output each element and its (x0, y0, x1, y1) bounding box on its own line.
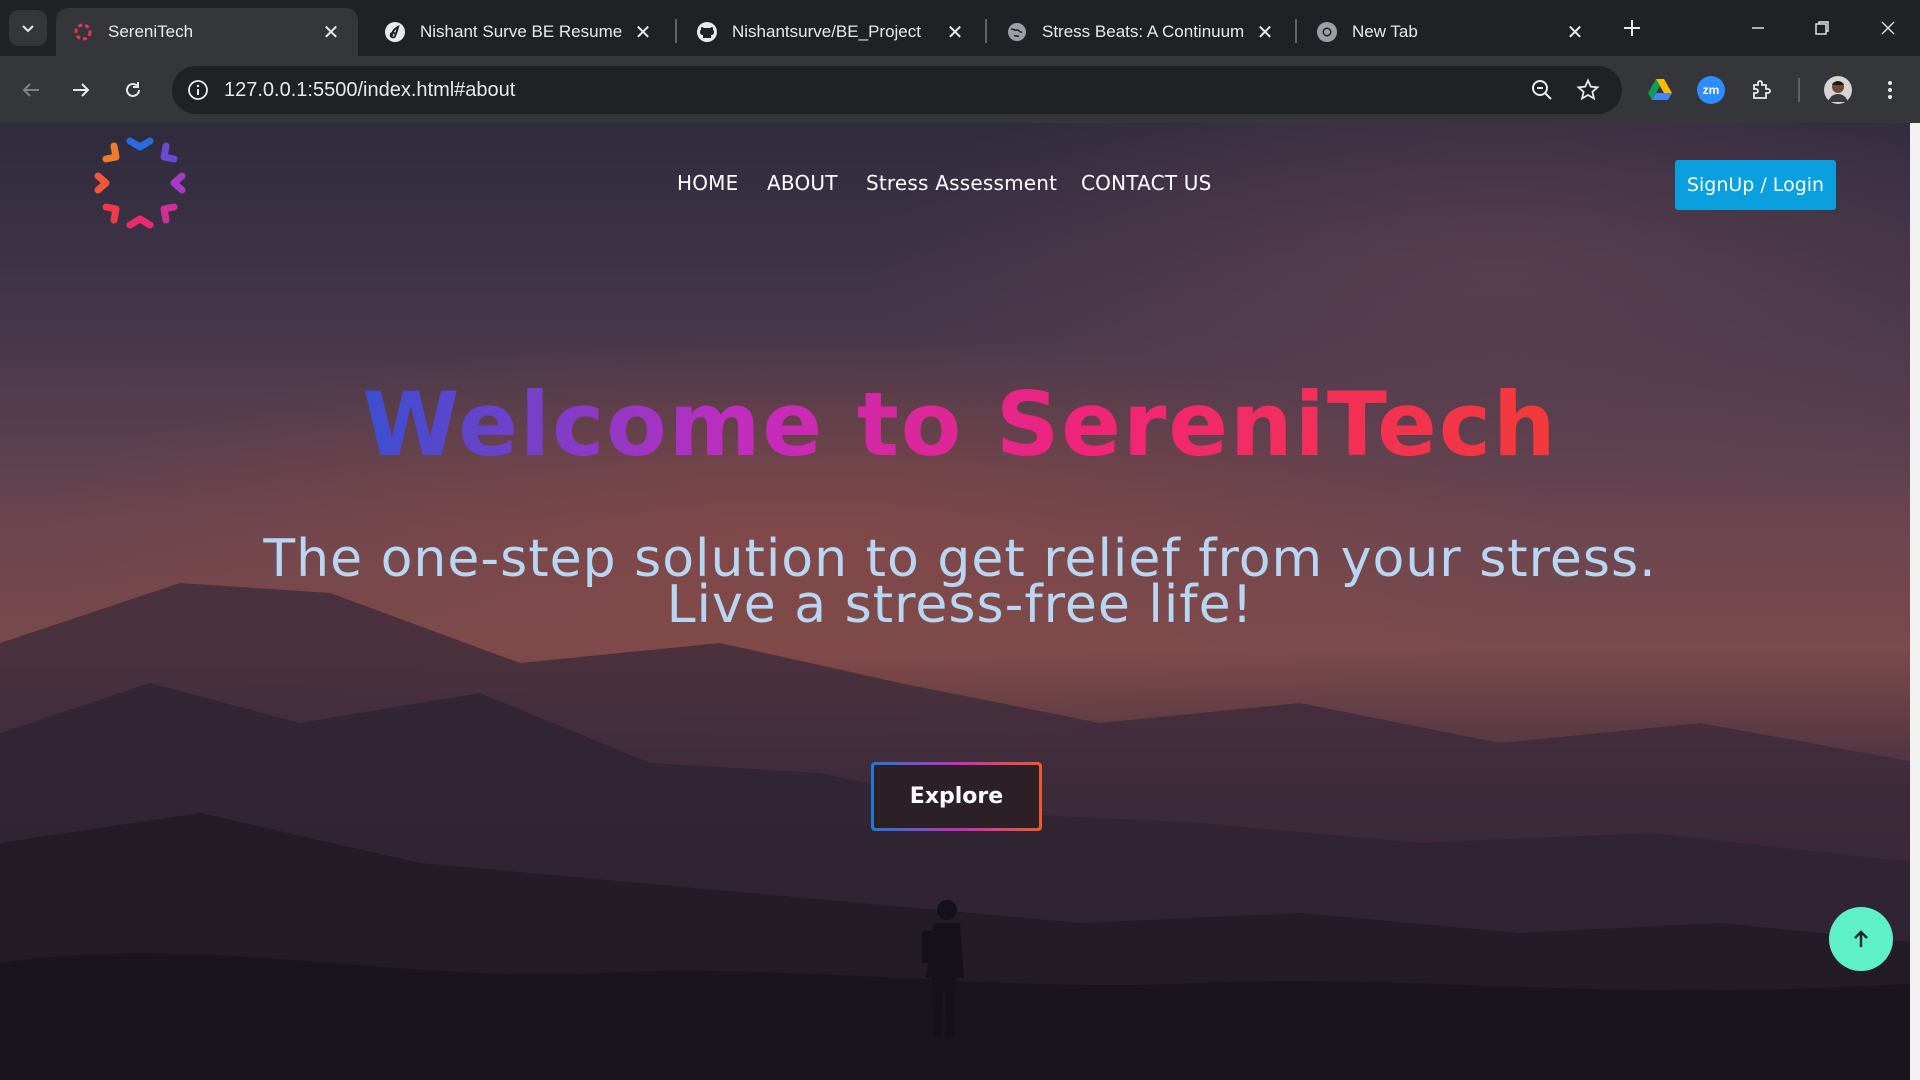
chrome-favicon-icon (1316, 21, 1338, 43)
restore-icon (1815, 21, 1829, 35)
tab-strip: SereniTech ✕ Nishant Surve BE Resume - O… (0, 0, 1920, 56)
nav-stress-assessment[interactable]: Stress Assessment (866, 171, 1057, 195)
hero-title-text: Welcome to SereniTech (362, 373, 1558, 476)
tab-separator (675, 19, 677, 43)
tab-title: Stress Beats: A Continuum of I (1042, 22, 1246, 41)
tab-title: Nishant Surve BE Resume - Or (420, 22, 624, 41)
tab-separator (985, 19, 987, 43)
zoom-button[interactable] (1522, 70, 1562, 110)
explore-button[interactable]: Explore (871, 762, 1042, 831)
star-icon (1576, 78, 1600, 101)
tab-search-button[interactable] (9, 10, 47, 46)
tab-separator (1295, 19, 1297, 43)
close-icon[interactable]: ✕ (1564, 21, 1586, 44)
globe-favicon-icon (1006, 21, 1028, 43)
more-vertical-icon (1888, 81, 1892, 99)
tab-resume[interactable]: Nishant Surve BE Resume - Or ✕ (368, 8, 670, 56)
zoom-extension[interactable]: zm (1693, 72, 1729, 108)
tab-title: Nishantsurve/BE_Project (732, 22, 921, 41)
forward-button[interactable] (61, 70, 101, 110)
arrow-right-icon (73, 83, 90, 97)
hero-subtitle: The one-step solution to get relief from… (263, 529, 1657, 635)
nav-about[interactable]: ABOUT (767, 171, 838, 195)
plus-icon (1624, 20, 1640, 36)
minimize-button[interactable] (1738, 10, 1778, 46)
chevron-down-icon (22, 25, 34, 33)
bookmark-button[interactable] (1568, 70, 1608, 110)
hero-title: Welcome to SereniTech (0, 373, 1920, 476)
close-icon[interactable]: ✕ (320, 21, 342, 44)
google-drive-extension[interactable] (1642, 72, 1678, 108)
url-text: 127.0.0.1:5500/index.html#about (224, 78, 516, 101)
site-info-icon[interactable] (184, 76, 212, 104)
close-window-button[interactable] (1868, 10, 1908, 46)
page-scrollbar[interactable] (1910, 123, 1920, 1080)
browser-chrome: SereniTech ✕ Nishant Surve BE Resume - O… (0, 0, 1920, 123)
github-favicon-icon (696, 21, 718, 43)
arrow-up-icon (1854, 930, 1868, 947)
toolbar-separator (1798, 78, 1800, 102)
signup-login-button[interactable]: SignUp / Login (1675, 160, 1836, 210)
arrow-left-icon (22, 83, 39, 97)
tab-serenitech[interactable]: SereniTech ✕ (56, 8, 358, 56)
new-tab-button[interactable] (1616, 12, 1648, 44)
close-icon (1881, 21, 1895, 35)
explore-button-label: Explore (874, 765, 1039, 828)
nav-home[interactable]: HOME (677, 171, 738, 195)
google-drive-icon (1648, 79, 1672, 100)
restore-button[interactable] (1802, 10, 1842, 46)
close-icon[interactable]: ✕ (1254, 21, 1276, 44)
close-icon[interactable]: ✕ (944, 21, 966, 44)
tab-stress-beats[interactable]: Stress Beats: A Continuum of I ✕ (990, 8, 1292, 56)
web-page: HOME ABOUT Stress Assessment CONTACT US … (0, 123, 1920, 1080)
serenitech-logo[interactable] (90, 133, 190, 233)
close-icon[interactable]: ✕ (632, 21, 654, 44)
nav-contact[interactable]: CONTACT US (1081, 171, 1212, 195)
overleaf-favicon-icon (384, 21, 406, 43)
address-bar[interactable]: 127.0.0.1:5500/index.html#about (172, 66, 1622, 114)
avatar-icon (1824, 76, 1852, 104)
reload-button[interactable] (113, 70, 153, 110)
tab-title: SereniTech (108, 22, 194, 41)
tab-github[interactable]: Nishantsurve/BE_Project ✕ (680, 8, 982, 56)
zoom-out-icon (1532, 80, 1552, 100)
puzzle-icon (1753, 80, 1771, 99)
back-button[interactable] (11, 70, 51, 110)
reload-icon (126, 82, 140, 97)
browser-toolbar: 127.0.0.1:5500/index.html#about zm (0, 56, 1920, 123)
minimize-icon (1752, 27, 1764, 29)
menu-button[interactable] (1872, 72, 1908, 108)
tab-title: New Tab (1352, 22, 1418, 41)
zoom-icon: zm (1697, 76, 1725, 104)
back-to-top-button[interactable] (1829, 907, 1893, 971)
serenitech-favicon-icon (72, 21, 94, 43)
extensions-button[interactable] (1744, 72, 1780, 108)
tab-new-tab[interactable]: New Tab ✕ (1300, 8, 1602, 56)
profile-button[interactable] (1820, 72, 1856, 108)
